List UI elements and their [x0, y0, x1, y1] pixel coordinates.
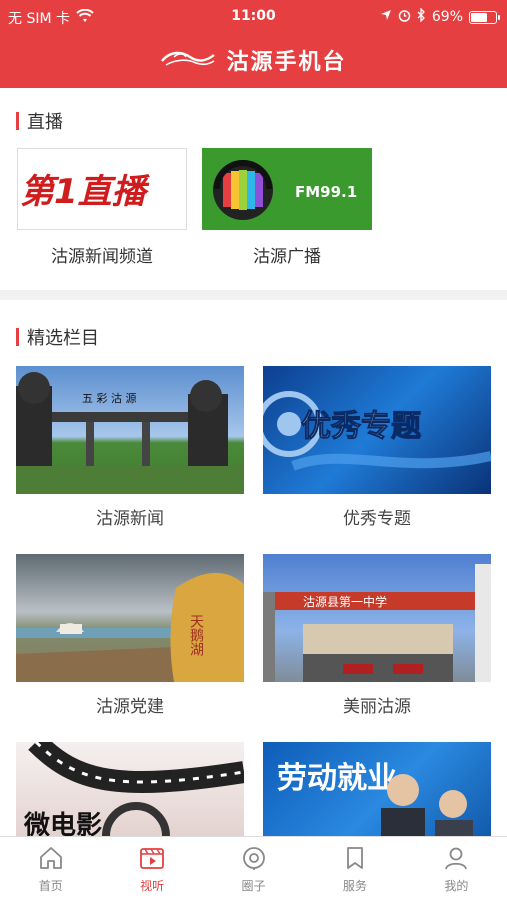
bluetooth-icon: [417, 7, 426, 26]
circle-icon: [241, 845, 267, 875]
tab-mine-label: 我的: [444, 879, 469, 893]
card-party[interactable]: 天鹅湖 沽源党建: [16, 554, 244, 717]
tab-mine[interactable]: 我的: [406, 837, 507, 900]
card-thumb-text-employment: 劳动就业: [277, 761, 397, 796]
tab-service[interactable]: 服务: [304, 837, 405, 900]
app-title: 沽源手机台: [226, 49, 347, 75]
card-thumb-special: 优秀专题: [263, 366, 491, 494]
live-thumb-radio: FM99.1: [202, 148, 372, 230]
featured-heading-text: 精选栏目: [27, 328, 99, 349]
heading-accent: [16, 328, 19, 346]
live-section: 直播 第1直播 沽源新闻频道 FM99.1 沽源广播: [0, 88, 507, 290]
card-label-special: 优秀专题: [343, 509, 411, 529]
card-thumb-text-beautiful: 沽源县第一中学: [303, 594, 387, 609]
card-microfilm[interactable]: 微电影: [16, 742, 244, 836]
featured-section: 精选栏目 五 彩 沽 源 沽源新闻 优秀专题 优秀专题 天鹅湖 沽源党建 沽源县…: [0, 300, 507, 836]
card-label-party: 沽源党建: [96, 697, 164, 717]
card-beautiful[interactable]: 沽源县第一中学 美丽沽源: [263, 554, 491, 717]
tab-home[interactable]: 首页: [0, 837, 101, 900]
section-divider: [0, 290, 507, 300]
battery-percent: 69%: [431, 9, 463, 25]
tab-video-label: 视听: [140, 879, 165, 893]
live-thumb-text-1: 第1直播: [20, 172, 151, 212]
live-heading-text: 直播: [27, 112, 63, 133]
live-label-news-channel: 沽源新闻频道: [51, 247, 153, 267]
live-item-news-channel[interactable]: 第1直播 沽源新闻频道: [17, 148, 187, 267]
live-thumb-news-channel: 第1直播: [17, 148, 187, 230]
app-header: 无 SIM 卡 11:00 69% 沽源手机台: [0, 0, 507, 88]
card-thumb-employment: 劳动就业: [263, 742, 491, 836]
card-thumb-microfilm: 微电影: [16, 742, 244, 836]
bottom-tab-bar: 首页 视听 圈子 服务 我的: [0, 836, 507, 900]
alarm-icon: [398, 9, 411, 26]
bookmark-icon: [342, 845, 368, 875]
live-label-radio: 沽源广播: [253, 247, 321, 267]
heading-accent: [16, 112, 19, 130]
card-thumb-text-party: 天鹅湖: [188, 614, 204, 657]
tab-service-label: 服务: [342, 879, 367, 893]
live-item-radio[interactable]: FM99.1 沽源广播: [202, 148, 372, 267]
battery-icon: [469, 10, 500, 24]
card-employment[interactable]: 劳动就业: [263, 742, 491, 836]
card-thumb-beautiful: 沽源县第一中学: [263, 554, 491, 682]
card-thumb-gunews: 五 彩 沽 源: [16, 366, 244, 494]
status-bar: 无 SIM 卡 11:00 69%: [0, 0, 507, 34]
live-thumb-text-2: FM99.1: [295, 183, 357, 201]
card-thumb-text-gunews: 五 彩 沽 源: [82, 391, 137, 405]
card-label-gunews: 沽源新闻: [96, 509, 164, 529]
card-label-beautiful: 美丽沽源: [343, 697, 411, 717]
tab-circle[interactable]: 圈子: [203, 837, 304, 900]
person-icon: [443, 845, 469, 875]
card-special[interactable]: 优秀专题 优秀专题: [263, 366, 491, 529]
tab-home-label: 首页: [38, 879, 63, 893]
card-thumb-party: 天鹅湖: [16, 554, 244, 682]
location-arrow-icon: [380, 9, 392, 25]
card-gunews[interactable]: 五 彩 沽 源 沽源新闻: [16, 366, 244, 529]
card-thumb-text-special: 优秀专题: [301, 409, 421, 444]
home-icon: [38, 845, 64, 875]
title-bar: 沽源手机台: [0, 40, 507, 80]
app-logo-icon: [160, 47, 216, 73]
card-thumb-text-microfilm: 微电影: [23, 810, 102, 836]
tab-circle-label: 圈子: [241, 879, 266, 893]
tab-video[interactable]: 视听: [101, 837, 202, 900]
featured-heading: 精选栏目: [16, 324, 99, 350]
live-heading: 直播: [16, 108, 63, 134]
video-icon: [139, 845, 165, 875]
